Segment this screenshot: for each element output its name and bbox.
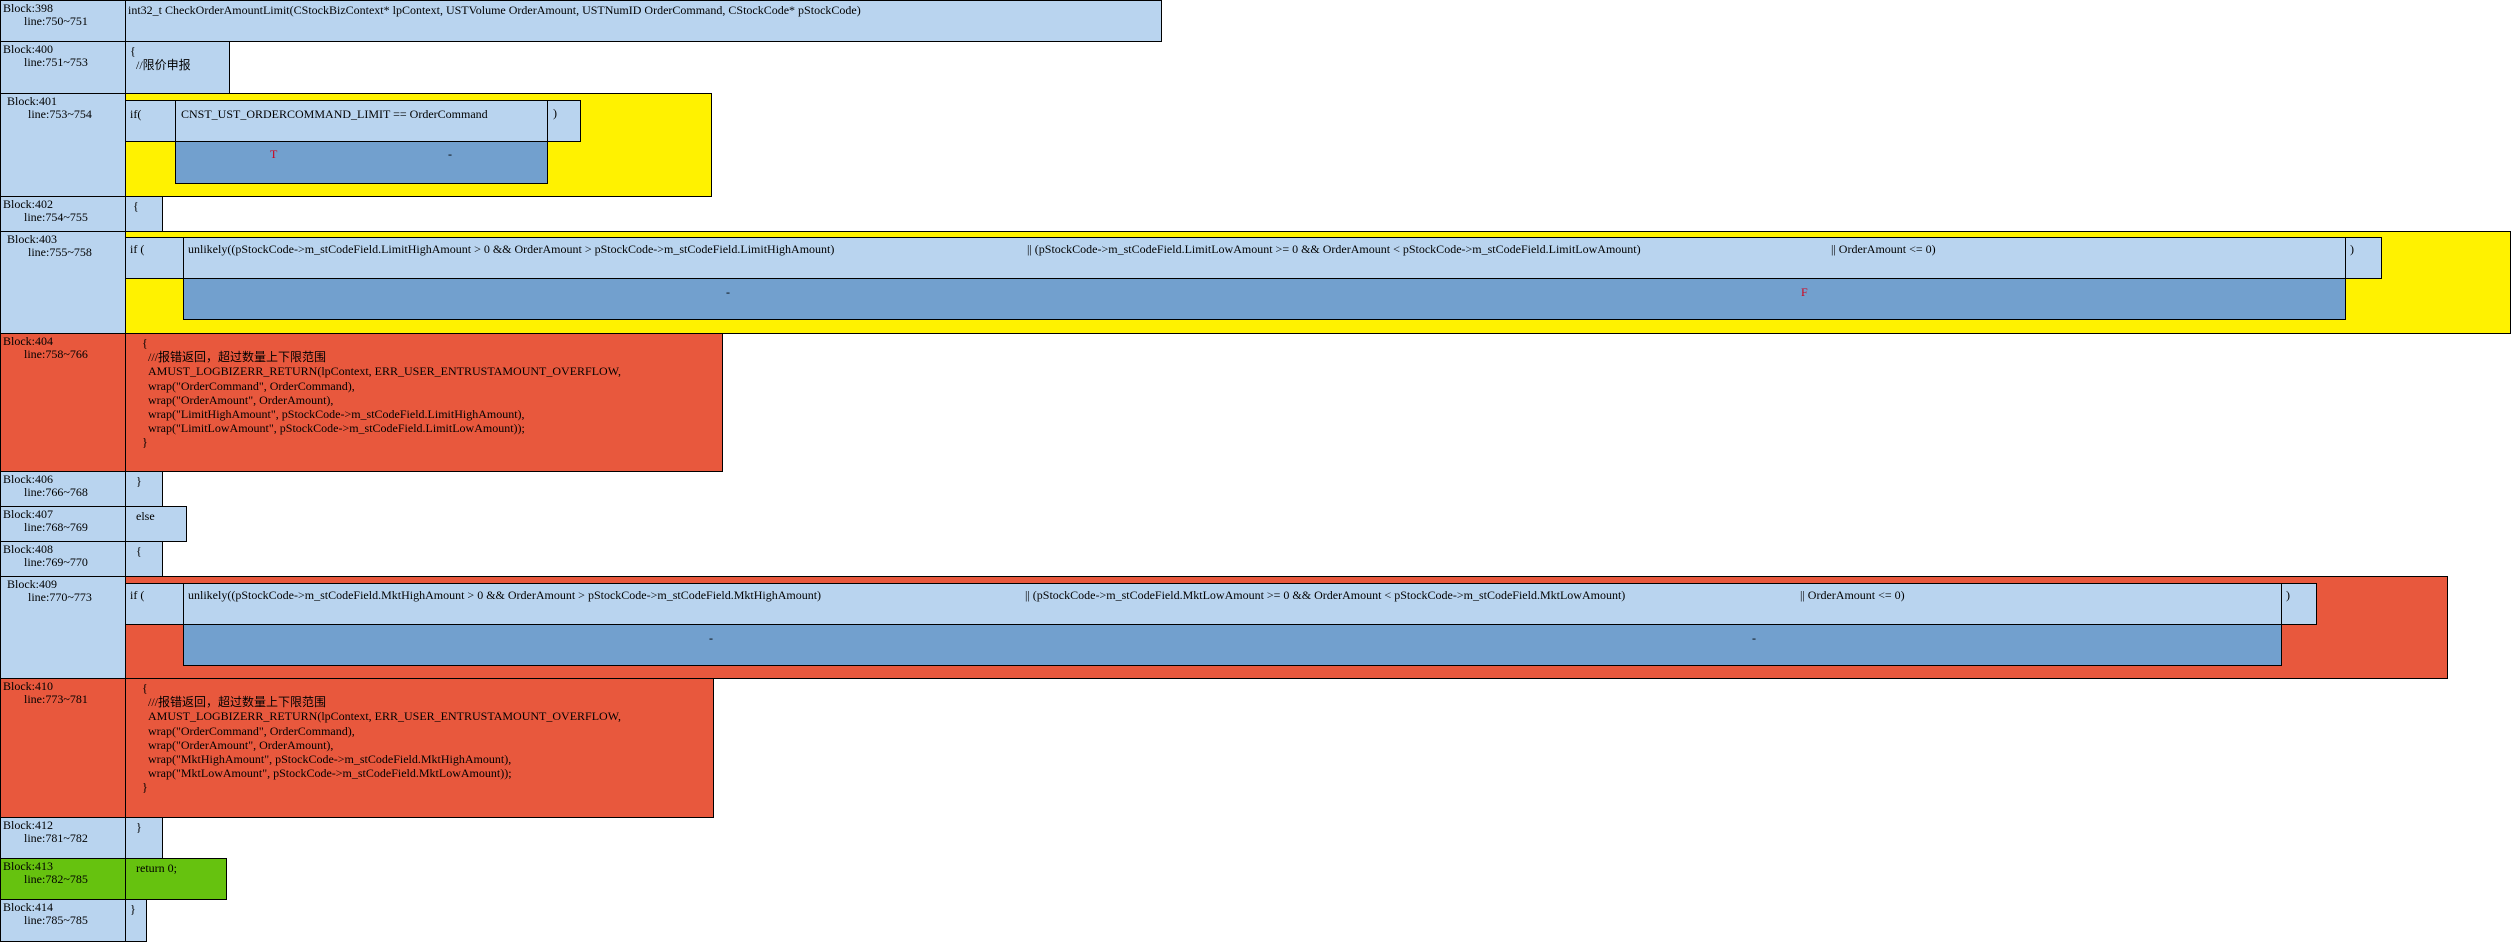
block-id: Block:407: [3, 507, 53, 521]
block-401-label: Block:401 line:753~754: [0, 93, 126, 197]
block-lines: line:751~753: [24, 55, 88, 69]
block-412-label: Block:412 line:781~782: [0, 817, 126, 859]
block-id: Block:410: [3, 679, 53, 693]
block-413-code: return 0;: [125, 858, 227, 900]
block-406-label: Block:406 line:766~768: [0, 471, 126, 507]
if-keyword: if (: [130, 588, 145, 602]
block-lines: line:782~785: [24, 872, 88, 886]
block-403-label: Block:403 line:755~758: [0, 231, 126, 334]
condition-part-1: unlikely((pStockCode->m_stCodeField.Limi…: [188, 242, 835, 256]
block-lines: line:754~755: [24, 210, 88, 224]
block-lines: line:781~782: [24, 831, 88, 845]
condition-part-2: || (pStockCode->m_stCodeField.LimitLowAm…: [1027, 242, 1641, 256]
block-id: Block:404: [3, 334, 53, 348]
block-id: Block:400: [3, 42, 53, 56]
block-lines: line:773~781: [24, 692, 88, 706]
if-close-paren: ): [2286, 588, 2290, 602]
false-branch-label: F: [1801, 285, 1808, 299]
condition-part-3: || OrderAmount <= 0): [1800, 588, 1905, 602]
block-398-code: int32_t CheckOrderAmountLimit(CStockBizC…: [125, 0, 1162, 42]
block-413-label: Block:413 line:782~785: [0, 858, 126, 900]
block-lines: line:753~754: [28, 107, 92, 121]
block-403-condition: unlikely((pStockCode->m_stCodeField.Limi…: [183, 237, 2346, 279]
condition-part-3: || OrderAmount <= 0): [1831, 242, 1936, 256]
block-400-label: Block:400 line:751~753: [0, 41, 126, 94]
block-id: Block:403: [7, 232, 57, 246]
block-lines: line:755~758: [28, 245, 92, 259]
block-409-branch-bar: - -: [183, 624, 2282, 666]
block-402-label: Block:402 line:754~755: [0, 196, 126, 232]
block-404-code: { ///报错返回，超过数量上下限范围 AMUST_LOGBIZERR_RETU…: [125, 333, 723, 472]
block-406-code: }: [125, 471, 163, 507]
if-keyword: if(: [130, 107, 142, 121]
block-407-label: Block:407 line:768~769: [0, 506, 126, 542]
block-408-code: {: [125, 541, 163, 577]
block-lines: line:785~785: [24, 913, 88, 927]
block-id: Block:409: [7, 577, 57, 591]
block-414-code: }: [125, 899, 147, 942]
block-402-code: {: [125, 196, 163, 232]
block-lines: line:770~773: [28, 590, 92, 604]
block-id: Block:412: [3, 818, 53, 832]
if-close-paren: ): [553, 106, 557, 120]
block-lines: line:758~766: [24, 347, 88, 361]
block-410-label: Block:410 line:773~781: [0, 678, 126, 818]
condition-text: CNST_UST_ORDERCOMMAND_LIMIT == OrderComm…: [181, 107, 488, 121]
block-412-code: }: [125, 817, 163, 859]
condition-part-1: unlikely((pStockCode->m_stCodeField.MktH…: [188, 588, 822, 602]
block-lines: line:766~768: [24, 485, 88, 499]
block-id: Block:408: [3, 542, 53, 556]
block-id: Block:401: [7, 94, 57, 108]
false-branch-label: -: [448, 147, 452, 161]
true-branch-label: T: [270, 147, 278, 161]
block-410-code: { ///报错返回，超过数量上下限范围 AMUST_LOGBIZERR_RETU…: [125, 678, 714, 818]
block-id: Block:398: [3, 1, 53, 15]
block-414-label: Block:414 line:785~785: [0, 899, 126, 942]
block-401-branch-bar: T -: [175, 141, 548, 184]
block-408-label: Block:408 line:769~770: [0, 541, 126, 577]
block-lines: line:750~751: [24, 14, 88, 28]
false-branch-label: -: [1752, 631, 1756, 645]
true-branch-label: -: [726, 285, 730, 299]
if-close-paren: ): [2350, 242, 2354, 256]
block-id: Block:406: [3, 472, 53, 486]
block-id: Block:414: [3, 900, 53, 914]
block-id: Block:402: [3, 197, 53, 211]
block-409-label: Block:409 line:770~773: [0, 576, 126, 679]
block-398-label: Block:398 line:750~751: [0, 0, 126, 42]
true-branch-label: -: [709, 631, 713, 645]
if-keyword: if (: [130, 242, 145, 256]
block-403-branch-bar: - F: [183, 278, 2346, 320]
block-lines: line:769~770: [24, 555, 88, 569]
block-409-condition: unlikely((pStockCode->m_stCodeField.MktH…: [183, 583, 2282, 625]
block-id: Block:413: [3, 859, 53, 873]
block-404-label: Block:404 line:758~766: [0, 333, 126, 472]
condition-part-2: || (pStockCode->m_stCodeField.MktLowAmou…: [1025, 588, 1626, 602]
block-400-code: { //限价申报: [125, 41, 230, 94]
block-407-code: else: [125, 506, 187, 542]
block-lines: line:768~769: [24, 520, 88, 534]
block-401-condition: CNST_UST_ORDERCOMMAND_LIMIT == OrderComm…: [175, 100, 548, 142]
